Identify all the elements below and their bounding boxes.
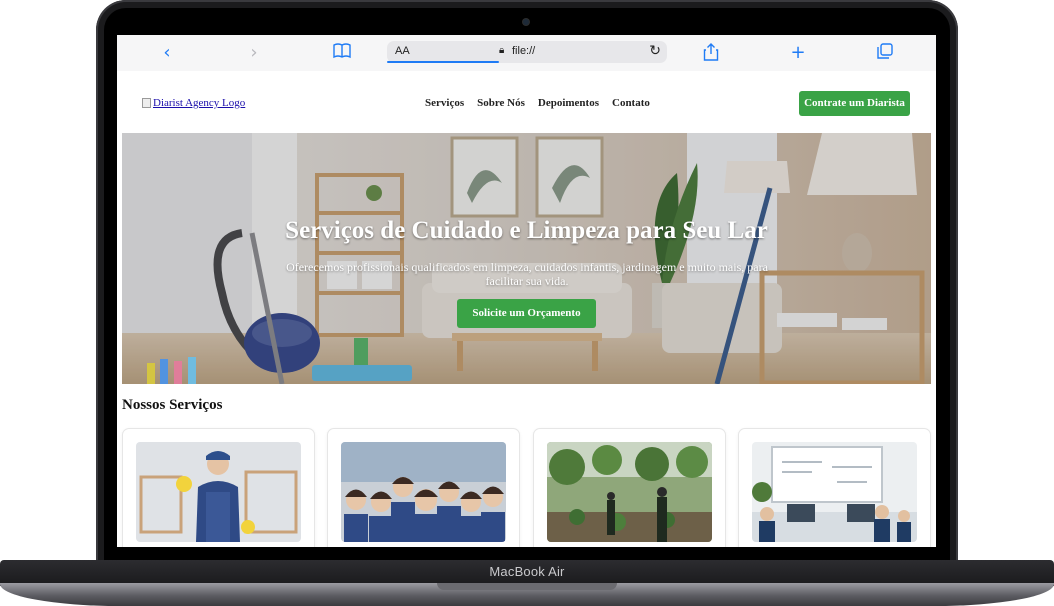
living-room-image [122,133,931,384]
site-logo[interactable]: Diarist Agency Logo [142,97,245,109]
hero-banner: Serviços de Cuidado e Limpeza para Seu L… [122,133,931,384]
logo-alt-text: Diarist Agency Logo [153,97,246,109]
service-card[interactable] [122,428,315,547]
hire-diarist-button[interactable]: Contrate um Diarista [799,91,910,116]
broken-image-icon [142,98,151,108]
device-label: MacBook Air [489,564,565,579]
service-card[interactable] [533,428,726,547]
bookmarks-icon[interactable] [332,43,352,63]
service-card[interactable] [327,428,520,547]
nav-sobre-nos[interactable]: Sobre Nós [477,97,525,109]
browser-toolbar: ‹ › AA 🔒︎ file:// ↻ + [117,35,936,72]
text-size-button[interactable]: AA [395,45,410,57]
hero-title: Serviços de Cuidado e Limpeza para Seu L… [285,217,768,244]
service-cards [122,428,931,547]
office-workers-image [752,442,917,542]
nav-links: Serviços Sobre Nós Depoimentos Contato [425,97,650,109]
lock-icon: 🔒︎ [499,45,505,56]
new-tab-icon[interactable]: + [788,43,808,63]
services-title: Nossos Serviços [122,397,223,413]
laptop-notch [437,583,617,590]
loading-progress [387,61,499,63]
url-text[interactable]: file:// [512,45,535,57]
forward-icon[interactable]: › [244,43,264,63]
reload-icon[interactable]: ↻ [649,43,661,59]
nav-servicos[interactable]: Serviços [425,97,464,109]
cleaning-worker-image [136,442,301,542]
nav-depoimentos[interactable]: Depoimentos [538,97,599,109]
tabs-icon[interactable] [875,43,895,63]
nav-contato[interactable]: Contato [612,97,650,109]
service-card[interactable] [738,428,931,547]
screen: ‹ › AA 🔒︎ file:// ↻ + Diarist Agency Log… [117,35,936,547]
hero-subtitle: Oferecemos profissionais qualificados em… [286,260,768,288]
address-bar[interactable]: AA 🔒︎ file:// ↻ [387,41,667,63]
camera-icon [523,19,529,25]
team-of-workers-image [341,442,506,542]
site-navbar: Diarist Agency Logo Serviços Sobre Nós D… [117,71,936,133]
request-quote-button[interactable]: Solicite um Orçamento [457,299,596,328]
gardening-team-image [547,442,712,542]
share-icon[interactable] [701,43,721,63]
web-page: Diarist Agency Logo Serviços Sobre Nós D… [117,71,936,547]
back-icon[interactable]: ‹ [157,43,177,63]
